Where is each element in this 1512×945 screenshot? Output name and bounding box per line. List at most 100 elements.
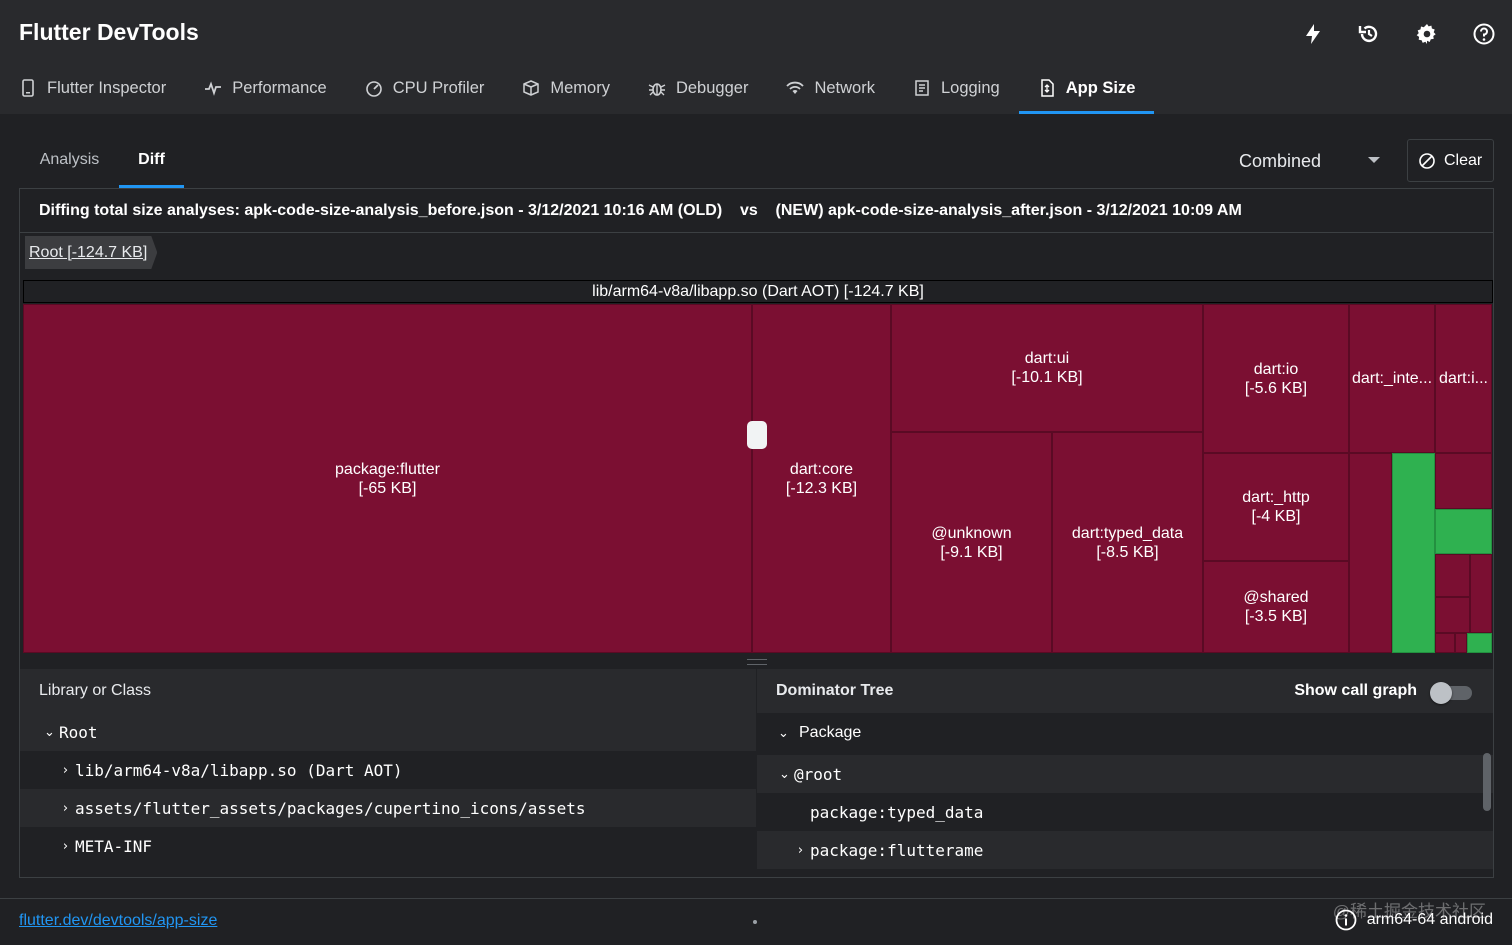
node-size: [-3.5 KB] xyxy=(1244,608,1308,625)
treemap-leaf-node[interactable] xyxy=(1435,554,1470,597)
dominator-tree-title: Dominator Tree xyxy=(776,682,894,699)
mode-dropdown[interactable]: Combined xyxy=(1228,140,1390,182)
node-name: dart:_inte... xyxy=(1351,370,1433,387)
chevron-down-icon[interactable]: ⌄ xyxy=(778,767,791,782)
hot-reload-button[interactable] xyxy=(1297,18,1329,50)
treemap-node-dart-ui[interactable]: dart:ui [-10.1 KB] xyxy=(891,304,1203,432)
node-name: dart:ui xyxy=(1024,350,1070,367)
tree-row[interactable]: ⌄ @root xyxy=(757,755,1493,793)
table-row[interactable]: › lib/arm64-v8a/libapp.so (Dart AOT) xyxy=(20,751,756,789)
row-label: META-INF xyxy=(75,836,153,856)
show-call-graph-toggle[interactable] xyxy=(1430,681,1472,704)
chevron-down-icon[interactable]: ⌄ xyxy=(43,725,56,740)
library-table: Library or Class ⌄ Root › lib/arm64-v8a/… xyxy=(20,669,756,877)
treemap-node-dart-isolate[interactable]: dart:i... xyxy=(1435,304,1492,453)
wifi-icon xyxy=(786,81,805,94)
help-button[interactable] xyxy=(1468,18,1500,50)
table-row[interactable]: ⌄ Root xyxy=(20,713,756,751)
node-name: @shared xyxy=(1243,589,1309,606)
tree-row[interactable]: package:typed_data xyxy=(757,793,1493,831)
tab-label: Memory xyxy=(550,78,610,97)
hot-restart-icon xyxy=(1358,25,1378,43)
table-row[interactable]: › assets/flutter_assets/packages/cuperti… xyxy=(20,789,756,827)
treemap-node-unknown[interactable]: @unknown [-9.1 KB] xyxy=(891,432,1052,653)
treemap-leaf-node[interactable] xyxy=(1435,633,1455,653)
treemap-leaf-node-increase[interactable] xyxy=(1435,509,1492,554)
treemap-node-package-flutter[interactable]: package:flutter [-65 KB] xyxy=(23,304,752,653)
treemap-leaf-node[interactable] xyxy=(1470,554,1492,633)
subtab-analysis[interactable]: Analysis xyxy=(20,132,119,188)
tab-label: Debugger xyxy=(675,78,749,97)
bug-icon xyxy=(648,83,666,96)
toggle-thumb xyxy=(1430,682,1452,704)
treemap-leaf-node-increase[interactable] xyxy=(1392,453,1435,653)
treemap-node-dart-typed-data[interactable]: dart:typed_data [-8.5 KB] xyxy=(1052,432,1203,653)
treemap-node-dart-core[interactable]: dart:core [-12.3 KB] xyxy=(752,304,891,653)
node-size: [-8.5 KB] xyxy=(1096,543,1159,561)
dominator-tree: Dominator Tree Show call graph ⌄ Package… xyxy=(757,669,1493,877)
row-label: Root xyxy=(59,722,98,742)
clear-button[interactable]: Clear xyxy=(1407,139,1494,182)
treemap-leaf-node[interactable] xyxy=(1435,597,1470,633)
dropdown-arrow-icon xyxy=(1368,157,1380,163)
node-name: dart:i... xyxy=(1439,370,1488,387)
treemap-leaf-node[interactable] xyxy=(1349,453,1392,653)
tab-cpu-profiler[interactable]: CPU Profiler xyxy=(346,62,504,114)
tab-label: Performance xyxy=(232,78,327,97)
node-size: [-12.3 KB] xyxy=(785,479,858,497)
tab-logging[interactable]: Logging xyxy=(894,62,1019,114)
treemap-node-dart-http[interactable]: dart:_http [-4 KB] xyxy=(1203,453,1349,561)
settings-icon xyxy=(1416,24,1436,44)
row-label: assets/flutter_assets/packages/cupertino… xyxy=(75,798,586,818)
tab-debugger[interactable]: Debugger xyxy=(629,62,767,114)
status-dot xyxy=(753,920,757,924)
settings-button[interactable] xyxy=(1411,18,1443,50)
chevron-down-icon[interactable]: ⌄ xyxy=(777,726,790,741)
split-resize-handle[interactable] xyxy=(747,659,767,665)
node-name: dart:io xyxy=(1253,360,1299,378)
gauge-icon xyxy=(365,81,382,97)
block-icon xyxy=(1419,152,1435,169)
chevron-right-icon[interactable]: › xyxy=(59,763,72,778)
tab-label: Logging xyxy=(940,78,1000,97)
treemap-leaf-node[interactable] xyxy=(1455,633,1467,653)
treemap-leaf-node[interactable] xyxy=(1435,453,1492,509)
tab-memory[interactable]: Memory xyxy=(503,62,629,114)
tab-performance[interactable]: Performance xyxy=(185,62,345,114)
chevron-right-icon[interactable]: › xyxy=(59,839,72,854)
tree-row[interactable]: › package:flutterame xyxy=(757,831,1493,869)
treemap-root-header[interactable]: lib/arm64-v8a/libapp.so (Dart AOT) [-124… xyxy=(23,280,1493,303)
table-row[interactable]: › META-INF xyxy=(20,827,756,865)
node-size: [-10.1 KB] xyxy=(1011,369,1083,386)
hot-restart-button[interactable] xyxy=(1353,18,1385,50)
chevron-right-icon[interactable]: › xyxy=(59,801,72,816)
node-name: @unknown xyxy=(931,524,1012,542)
scrollbar[interactable] xyxy=(1483,753,1491,811)
package-label: Package xyxy=(799,724,862,741)
tab-network[interactable]: Network xyxy=(767,62,894,114)
tab-app-size[interactable]: App Size xyxy=(1018,62,1155,114)
subtab-diff[interactable]: Diff xyxy=(119,132,184,188)
watermark: @稀土掘金技术社区 xyxy=(1332,902,1486,921)
row-label: lib/arm64-v8a/libapp.so (Dart AOT) xyxy=(75,760,403,780)
show-call-graph-label: Show call graph xyxy=(1294,682,1417,699)
breadcrumb-root[interactable]: Root [-124.7 KB] xyxy=(25,236,157,269)
treemap-node-dart-io[interactable]: dart:io [-5.6 KB] xyxy=(1203,304,1349,453)
drag-handle[interactable] xyxy=(747,421,767,449)
pulse-icon xyxy=(205,81,222,96)
treemap-node-shared[interactable]: @shared [-3.5 KB] xyxy=(1203,561,1349,653)
node-size: [-9.1 KB] xyxy=(940,543,1003,561)
docs-link[interactable]: flutter.dev/devtools/app-size xyxy=(19,912,217,930)
tab-label: CPU Profiler xyxy=(392,78,485,97)
package-header-row[interactable]: ⌄ Package xyxy=(757,714,1493,752)
treemap-leaf-node-increase[interactable] xyxy=(1467,633,1492,653)
node-size: [-4 KB] xyxy=(1251,508,1301,525)
chevron-right-icon[interactable]: › xyxy=(794,843,807,858)
treemap-node-dart-internal[interactable]: dart:_inte... xyxy=(1349,304,1435,453)
tab-flutter-inspector[interactable]: Flutter Inspector xyxy=(0,62,185,114)
row-label: @root xyxy=(794,764,843,784)
tab-label: App Size xyxy=(1065,78,1136,97)
diff-header: Diffing total size analyses: apk-code-si… xyxy=(20,189,1493,233)
dominator-tree-header: Dominator Tree Show call graph xyxy=(757,669,1493,713)
node-name: package:flutter xyxy=(335,460,440,478)
